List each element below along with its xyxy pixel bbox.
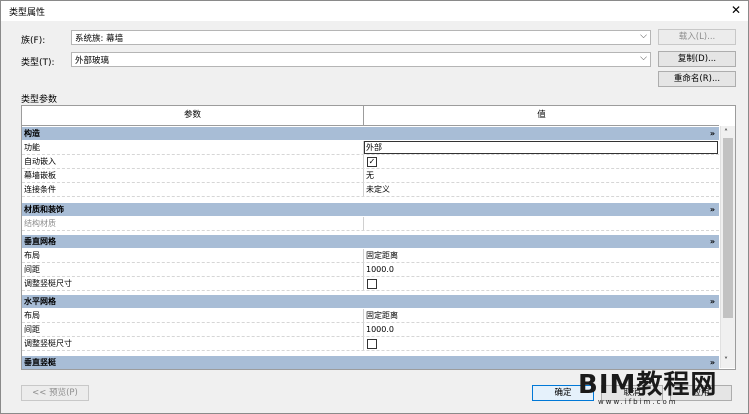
duplicate-button[interactable]: 复制(D)... (658, 51, 736, 67)
group-title: 垂直网格 (24, 237, 56, 246)
group-title: 水平网格 (24, 297, 56, 306)
param-name: 调整竖梃尺寸 (24, 339, 72, 348)
param-value: 1000.0 (366, 325, 394, 334)
param-value: 固定距离 (366, 251, 398, 260)
param-value: 无 (366, 171, 374, 180)
param-name: 布局 (24, 311, 40, 320)
scroll-up-icon[interactable]: ˄ (724, 128, 728, 137)
type-parameters-label: 类型参数 (21, 95, 58, 105)
param-name: 功能 (24, 143, 40, 152)
adjust-mullion-size-checkbox[interactable] (367, 279, 377, 289)
auto-embed-checkbox[interactable]: ✓ (367, 157, 377, 167)
param-name: 间距 (24, 325, 40, 334)
column-header-value[interactable]: 值 (364, 106, 719, 126)
preview-button[interactable]: << 预览(P) (21, 385, 89, 401)
param-value: 1000.0 (366, 265, 394, 274)
vertical-scrollbar[interactable]: ˄ ˅ (720, 126, 735, 368)
type-label: 类型(T): (21, 58, 55, 68)
param-value: 未定义 (366, 185, 390, 194)
load-button[interactable]: 载入(L)... (658, 29, 736, 45)
close-icon[interactable]: ✕ (727, 2, 745, 18)
param-value: 外部 (366, 143, 382, 152)
param-name: 结构材质 (24, 219, 56, 228)
family-select[interactable]: 系统族: 幕墙 ⌵ (71, 30, 651, 45)
table-row[interactable]: 调整竖梃尺寸 (22, 277, 719, 291)
parameters-table: 参数 值 构造 » 功能 外部 自动嵌入 ✓ 幕墙嵌板 无 连接条件 未定义 材… (21, 105, 736, 370)
watermark-logo: BIM教程网 (578, 370, 718, 400)
collapse-icon[interactable]: » (710, 295, 715, 308)
param-name: 间距 (24, 265, 40, 274)
group-construction[interactable]: 构造 » (22, 127, 719, 140)
table-row[interactable]: 间距 1000.0 (22, 323, 719, 337)
title-bar (1, 1, 748, 21)
group-title: 垂直竖梃 (24, 358, 56, 367)
scrollbar-thumb[interactable] (723, 138, 733, 318)
type-value: 外部玻璃 (75, 56, 110, 66)
adjust-mullion-size-checkbox[interactable] (367, 339, 377, 349)
chevron-down-icon: ⌵ (640, 53, 647, 63)
table-row[interactable]: 自动嵌入 ✓ (22, 155, 719, 169)
type-select[interactable]: 外部玻璃 ⌵ (71, 52, 651, 67)
group-title: 构造 (24, 129, 40, 138)
group-horizontal-grid[interactable]: 水平网格 » (22, 295, 719, 308)
chevron-down-icon: ⌵ (640, 31, 647, 41)
table-row[interactable]: 结构材质 (22, 217, 719, 231)
table-row[interactable]: 调整竖梃尺寸 (22, 337, 719, 351)
dialog-title: 类型属性 (9, 8, 46, 18)
collapse-icon[interactable]: » (710, 127, 715, 140)
watermark-url: www.ifbim.com (598, 398, 678, 406)
param-name: 自动嵌入 (24, 157, 56, 166)
family-value: 系统族: 幕墙 (75, 34, 124, 44)
family-label: 族(F): (21, 36, 46, 46)
scroll-down-icon[interactable]: ˅ (724, 356, 728, 365)
column-header-parameter[interactable]: 参数 (22, 106, 364, 126)
group-title: 材质和装饰 (24, 205, 64, 214)
table-row[interactable]: 功能 外部 (22, 141, 719, 155)
table-row[interactable]: 幕墙嵌板 无 (22, 169, 719, 183)
param-name: 布局 (24, 251, 40, 260)
collapse-icon[interactable]: » (710, 235, 715, 248)
param-name: 连接条件 (24, 185, 56, 194)
param-name: 调整竖梃尺寸 (24, 279, 72, 288)
group-materials-finishes[interactable]: 材质和装饰 » (22, 203, 719, 216)
table-row[interactable]: 间距 1000.0 (22, 263, 719, 277)
group-vertical-grid[interactable]: 垂直网格 » (22, 235, 719, 248)
function-value-field[interactable] (364, 141, 718, 154)
rename-button[interactable]: 重命名(R)... (658, 71, 736, 87)
table-row[interactable]: 布局 固定距离 (22, 249, 719, 263)
param-value: 固定距离 (366, 311, 398, 320)
param-name: 幕墙嵌板 (24, 171, 56, 180)
collapse-icon[interactable]: » (710, 203, 715, 216)
table-row[interactable]: 连接条件 未定义 (22, 183, 719, 197)
table-row[interactable]: 布局 固定距离 (22, 309, 719, 323)
